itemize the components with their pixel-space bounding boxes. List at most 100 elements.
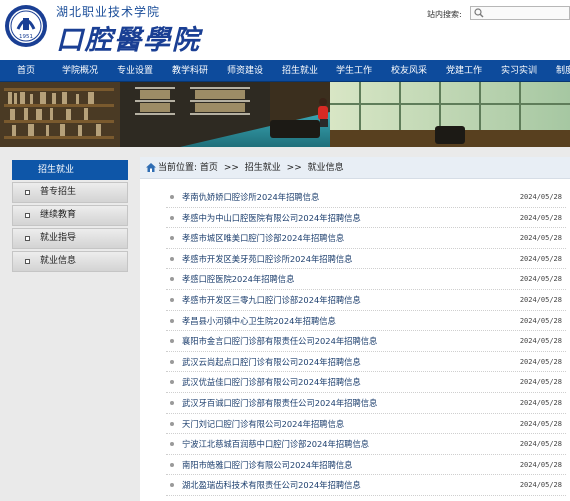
news-date: 2024/05/28 [519,419,562,428]
dot-bullet-icon [170,318,174,323]
dot-bullet-icon [170,215,174,220]
dot-bullet-icon [170,277,174,282]
breadcrumb-current: 就业信息 [307,163,344,173]
site-header: 1951 湖北职业技术学院 口腔醫學院 站内搜索: [0,0,570,60]
breadcrumb-separator: >> [223,163,239,173]
dot-bullet-icon [170,380,174,385]
dot-bullet-icon [170,236,174,241]
main-nav: 首页 学院概况 专业设置 教学科研 师资建设 招生就业 学生工作 校友风采 党建… [0,60,570,82]
list-item[interactable]: 孝感口腔医院2024年招聘信息 2024/05/28 [166,269,566,290]
list-item[interactable]: 天门刘记口腔门诊有限公司2024年招聘信息 2024/05/28 [166,414,566,435]
news-list: 孝南仇娇娇口腔诊所2024年招聘信息 2024/05/28 孝感中为中山口腔医院有… [166,187,566,496]
banner-illustration [0,82,570,147]
dot-bullet-icon [170,195,174,199]
nav-item-admission[interactable]: 招生就业 [282,60,318,82]
list-item[interactable]: 孝南仇娇娇口腔诊所2024年招聘信息 2024/05/28 [166,187,566,208]
dot-bullet-icon [170,462,174,467]
dot-bullet-icon [170,297,174,302]
nav-item-about[interactable]: 学院概况 [62,60,98,82]
news-date: 2024/05/28 [519,481,562,490]
list-item[interactable]: 湖北盈瑞齿科技术有限责任公司2024年招聘信息 2024/05/28 [166,475,566,496]
news-title-link[interactable]: 襄阳市金言口腔门诊部有限责任公司2024年招聘信息 [182,331,377,351]
sidebar-item-continuing-education[interactable]: 继续教育 [12,205,128,226]
list-item[interactable]: 孝感中为中山口腔医院有限公司2024年招聘信息 2024/05/28 [166,208,566,229]
sidebar-item-career-guidance[interactable]: 就业指导 [12,228,128,249]
list-item[interactable]: 孝感市城区唯美口腔门诊部2024年招聘信息 2024/05/28 [166,228,566,249]
list-item[interactable]: 孝昌县小河镇中心卫生院2024年招聘信息 2024/05/28 [166,311,566,332]
nav-item-party[interactable]: 党建工作 [446,60,482,82]
list-item[interactable]: 孝感市开发区美牙苑口腔诊所2024年招聘信息 2024/05/28 [166,249,566,270]
dot-bullet-icon [170,359,174,364]
dot-bullet-icon [170,339,174,344]
list-item[interactable]: 襄阳市金言口腔门诊部有限责任公司2024年招聘信息 2024/05/28 [166,331,566,352]
sidebar-item-label: 继续教育 [40,210,77,220]
list-item[interactable]: 宁波江北慈城百润慈中口腔门诊部2024年招聘信息 2024/05/28 [166,434,566,455]
sidebar-item-label: 普专招生 [40,187,77,197]
college-name[interactable]: 口腔醫學院 [56,18,201,57]
breadcrumb-prefix: 当前位置: [158,163,198,173]
breadcrumb-home[interactable]: 首页 [200,163,218,173]
news-date: 2024/05/28 [519,460,562,469]
news-title-link[interactable]: 孝感中为中山口腔医院有限公司2024年招聘信息 [182,208,361,228]
dot-bullet-icon [170,442,174,447]
sidebar-item-label: 就业指导 [40,233,77,243]
content-area: 招生就业 普专招生 继续教育 就业指导 就业信息 当前位置: 首页 >> 招生就 [0,147,570,501]
news-title-link[interactable]: 武汉优益佳口腔门诊部有限公司2024年招聘信息 [182,372,361,392]
news-title-link[interactable]: 宁波江北慈城百润慈中口腔门诊部2024年招聘信息 [182,434,369,454]
nav-item-alumni[interactable]: 校友风采 [391,60,427,82]
nav-item-rules[interactable]: 制度 [556,60,570,82]
list-item[interactable]: 武汉牙百诚口腔门诊部有限责任公司2024年招聘信息 2024/05/28 [166,393,566,414]
breadcrumb-separator: >> [286,163,302,173]
news-title-link[interactable]: 天门刘记口腔门诊有限公司2024年招聘信息 [182,414,344,434]
news-title-link[interactable]: 武汉牙百诚口腔门诊部有限责任公司2024年招聘信息 [182,393,377,413]
nav-item-practice[interactable]: 实习实训 [501,60,537,82]
news-date: 2024/05/28 [519,295,562,304]
search-input[interactable] [470,6,570,20]
school-logo[interactable]: 1951 [4,4,48,48]
dot-bullet-icon [170,400,174,405]
news-title-link[interactable]: 孝昌县小河镇中心卫生院2024年招聘信息 [182,311,336,331]
news-date: 2024/05/28 [519,357,562,366]
main-panel: 当前位置: 首页 >> 招生就业 >> 就业信息 孝南仇娇娇口腔诊所2024年招… [140,157,570,501]
news-date: 2024/05/28 [519,213,562,222]
square-bullet-icon [25,236,30,241]
list-item[interactable]: 武汉云尚起点口腔门诊有限公司2024年招聘信息 2024/05/28 [166,352,566,373]
news-date: 2024/05/28 [519,440,562,449]
news-date: 2024/05/28 [519,378,562,387]
news-date: 2024/05/28 [519,254,562,263]
dot-bullet-icon [170,421,174,426]
list-item[interactable]: 武汉优益佳口腔门诊部有限公司2024年招聘信息 2024/05/28 [166,372,566,393]
news-title-link[interactable]: 武汉云尚起点口腔门诊有限公司2024年招聘信息 [182,352,361,372]
news-title-link[interactable]: 南阳市皓雅口腔门诊有限公司2024年招聘信息 [182,455,352,475]
sidebar-item-general-admission[interactable]: 普专招生 [12,182,128,203]
logo-year: 1951 [19,34,33,40]
nav-item-majors[interactable]: 专业设置 [117,60,153,82]
nav-item-students[interactable]: 学生工作 [336,60,372,82]
news-date: 2024/05/28 [519,337,562,346]
square-bullet-icon [25,190,30,195]
library-banner-image [0,82,570,147]
home-icon [146,163,156,172]
nav-item-teaching[interactable]: 教学科研 [172,60,208,82]
search-label: 站内搜索: [427,10,462,19]
news-date: 2024/05/28 [519,234,562,243]
list-item[interactable]: 孝感市开发区三零九口腔门诊部2024年招聘信息 2024/05/28 [166,290,566,311]
news-title-link[interactable]: 孝南仇娇娇口腔诊所2024年招聘信息 [182,187,319,207]
nav-item-faculty[interactable]: 师资建设 [227,60,263,82]
news-title-link[interactable]: 孝感市城区唯美口腔门诊部2024年招聘信息 [182,228,344,248]
sidebar: 招生就业 普专招生 继续教育 就业指导 就业信息 [12,160,128,272]
breadcrumb-admission[interactable]: 招生就业 [245,163,281,173]
sidebar-item-label: 就业信息 [40,256,77,266]
sidebar-item-employment-info[interactable]: 就业信息 [12,251,128,272]
news-date: 2024/05/28 [519,275,562,284]
nav-item-home[interactable]: 首页 [17,60,35,82]
dot-bullet-icon [170,256,174,261]
news-title-link[interactable]: 孝感市开发区美牙苑口腔诊所2024年招聘信息 [182,249,352,269]
news-title-link[interactable]: 孝感口腔医院2024年招聘信息 [182,269,294,289]
square-bullet-icon [25,213,30,218]
news-title-link[interactable]: 湖北盈瑞齿科技术有限责任公司2024年招聘信息 [182,475,361,495]
square-bullet-icon [25,259,30,264]
news-date: 2024/05/28 [519,316,562,325]
news-title-link[interactable]: 孝感市开发区三零九口腔门诊部2024年招聘信息 [182,290,361,310]
list-item[interactable]: 南阳市皓雅口腔门诊有限公司2024年招聘信息 2024/05/28 [166,455,566,476]
